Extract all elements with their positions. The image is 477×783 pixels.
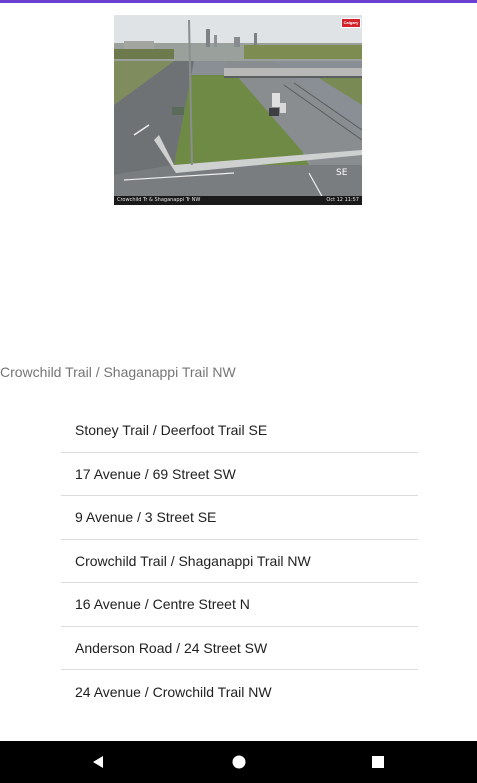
back-button[interactable] bbox=[74, 741, 122, 783]
camera-list: Stoney Trail / Deerfoot Trail SE 17 Aven… bbox=[61, 409, 418, 714]
home-button[interactable] bbox=[215, 741, 263, 783]
camera-list-item[interactable]: Stoney Trail / Deerfoot Trail SE bbox=[61, 409, 418, 453]
road-marking-text: SE bbox=[336, 168, 348, 178]
camera-list-item[interactable]: 17 Avenue / 69 Street SW bbox=[61, 453, 418, 496]
camera-list-item[interactable]: Crowchild Trail / Shaganappi Trail NW bbox=[61, 540, 418, 583]
city-logo: Calgary bbox=[341, 18, 361, 28]
camera-list-item[interactable]: Anderson Road / 24 Street SW bbox=[61, 627, 418, 670]
traffic-camera-image: SE Calgary Crowchild Tr & Shaganappi Tr … bbox=[114, 15, 362, 205]
back-triangle-icon bbox=[93, 756, 103, 768]
home-circle-icon bbox=[232, 755, 246, 769]
status-accent-bar bbox=[0, 0, 477, 3]
recents-button[interactable] bbox=[354, 741, 402, 783]
camera-list-item[interactable]: 16 Avenue / Centre Street N bbox=[61, 583, 418, 627]
camera-list-item[interactable]: 24 Avenue / Crowchild Trail NW bbox=[61, 670, 418, 714]
camera-scene: SE bbox=[114, 15, 362, 205]
camera-caption-timestamp: Oct 12 11:57 bbox=[326, 197, 359, 203]
current-camera-label: Crowchild Trail / Shaganappi Trail NW bbox=[0, 364, 236, 380]
camera-list-item[interactable]: 9 Avenue / 3 Street SE bbox=[61, 496, 418, 540]
camera-caption-location: Crowchild Tr & Shaganappi Tr NW bbox=[117, 197, 201, 203]
camera-caption-bar: Crowchild Tr & Shaganappi Tr NW Oct 12 1… bbox=[114, 196, 362, 205]
recents-square-icon bbox=[372, 756, 384, 768]
screen: SE Calgary Crowchild Tr & Shaganappi Tr … bbox=[0, 0, 477, 783]
navigation-bar bbox=[0, 741, 477, 783]
